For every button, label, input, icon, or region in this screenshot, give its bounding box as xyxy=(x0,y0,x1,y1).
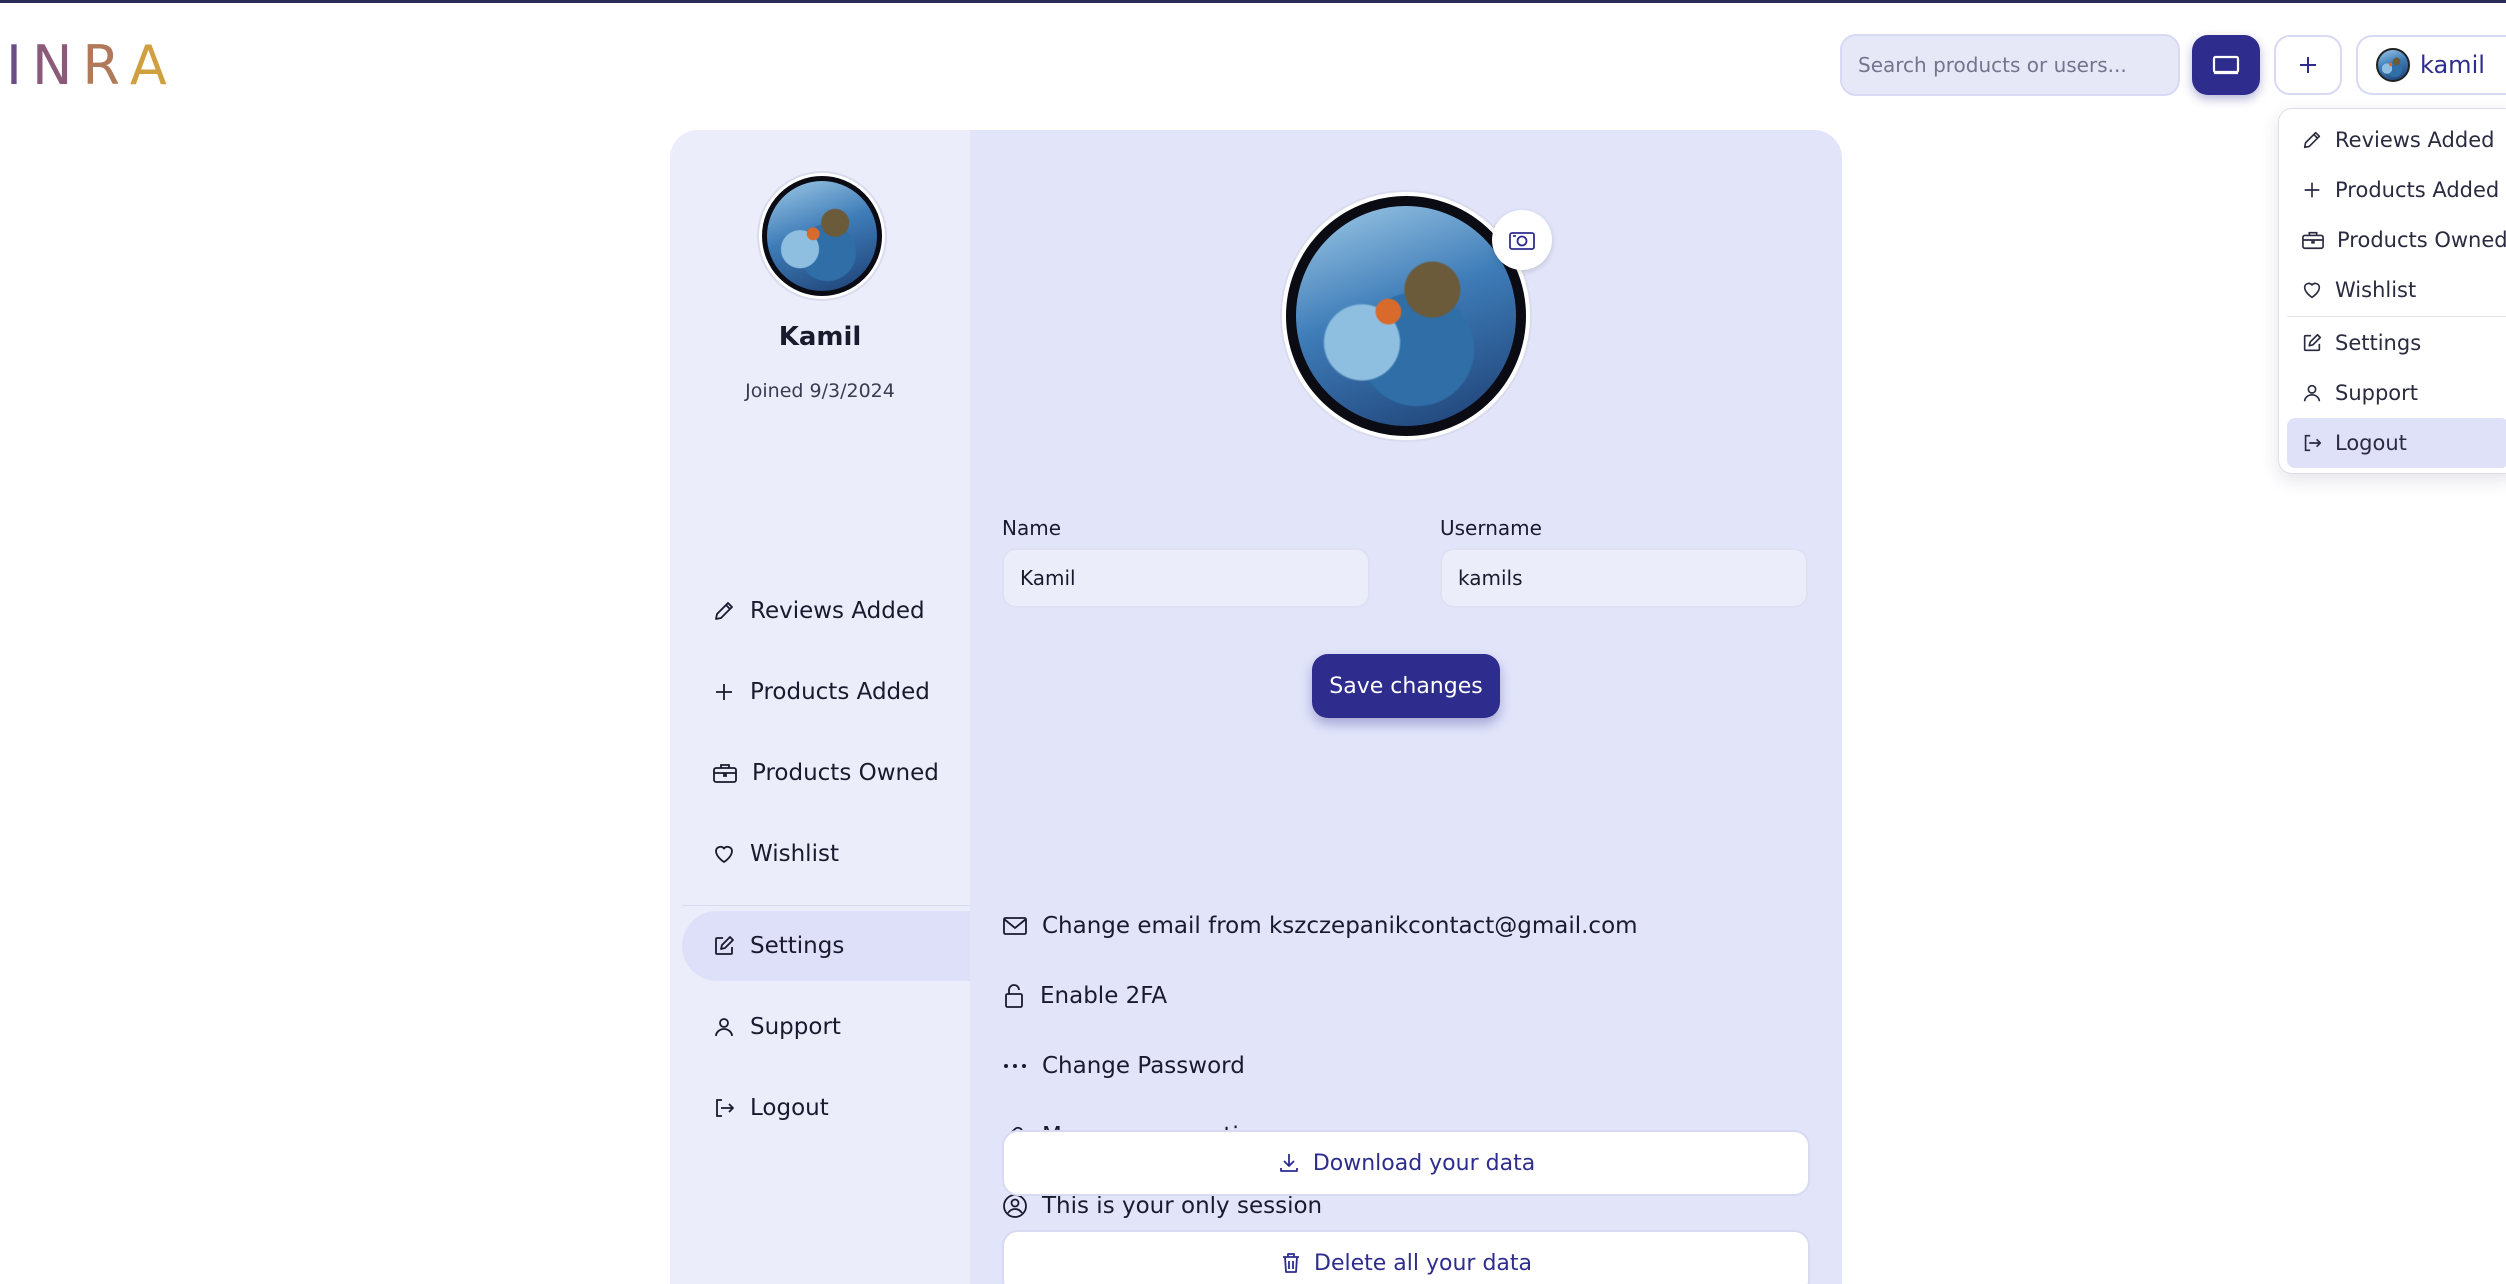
dropdown-item-label: Logout xyxy=(2335,431,2407,455)
heart-icon xyxy=(2303,282,2321,299)
pencil-icon xyxy=(715,602,733,620)
logout-icon xyxy=(2304,434,2322,452)
change-password-option[interactable]: Change Password xyxy=(1002,1046,1245,1086)
profile-avatar xyxy=(1286,196,1526,436)
dropdown-item-logout[interactable]: Logout xyxy=(2287,418,2506,468)
lock-icon xyxy=(1005,984,1023,1008)
person-icon xyxy=(2303,384,2321,402)
change-avatar-button[interactable] xyxy=(1492,210,1552,270)
dots-icon xyxy=(1004,1064,1026,1068)
logo-letter: A xyxy=(129,34,177,97)
logo-letter: R xyxy=(82,34,130,97)
button-label: Delete all your data xyxy=(1314,1250,1532,1276)
change-email-option[interactable]: Change email from kszczepanikcontact@gma… xyxy=(1002,906,1638,946)
add-button[interactable] xyxy=(2274,35,2342,95)
dropdown-item-products-added[interactable]: Products Added xyxy=(2287,165,2506,215)
mail-icon xyxy=(1003,917,1027,935)
dropdown-item-settings[interactable]: Settings xyxy=(2287,318,2506,368)
username-field[interactable] xyxy=(1440,548,1808,608)
sidebar-item-reviews-added[interactable]: Reviews Added xyxy=(682,576,970,646)
edit-square-icon xyxy=(2303,333,2322,352)
dropdown-item-reviews-added[interactable]: Reviews Added xyxy=(2287,115,2506,165)
dropdown-divider xyxy=(2287,316,2506,317)
sidebar-avatar xyxy=(762,176,882,296)
user-menu-label: kamil xyxy=(2420,51,2485,79)
dropdown-item-support[interactable]: Support xyxy=(2287,368,2506,418)
sidebar-item-settings[interactable]: Settings xyxy=(682,911,970,981)
sidebar-item-wishlist[interactable]: Wishlist xyxy=(682,819,970,889)
dropdown-item-label: Wishlist xyxy=(2335,278,2417,302)
user-dropdown-menu: Reviews Added Products Added Products Ow… xyxy=(2278,108,2506,474)
option-label: This is your only session xyxy=(1042,1193,1323,1219)
dropdown-item-label: Products Owned xyxy=(2337,228,2506,252)
top-border xyxy=(0,0,2506,3)
person-icon xyxy=(715,1018,733,1037)
sidebar-item-label: Products Added xyxy=(750,679,930,705)
option-label: Change email from kszczepanikcontact@gma… xyxy=(1042,913,1638,939)
sidebar-item-label: Products Owned xyxy=(752,760,939,786)
save-changes-button[interactable]: Save changes xyxy=(1312,654,1500,718)
briefcase-icon xyxy=(713,764,737,783)
sidebar-divider xyxy=(682,905,970,906)
option-label: Change Password xyxy=(1042,1053,1245,1079)
app-logo[interactable]: INRA xyxy=(6,34,177,97)
plus-icon xyxy=(716,684,732,700)
sidebar-item-label: Support xyxy=(750,1014,841,1040)
delete-data-button[interactable]: Delete all your data xyxy=(1002,1230,1810,1284)
dropdown-item-label: Reviews Added xyxy=(2335,128,2495,152)
logout-icon xyxy=(716,1099,734,1117)
plus-icon xyxy=(2304,182,2320,198)
profile-settings-card: Kamil Joined 9/3/2024 Reviews Added Prod… xyxy=(670,130,1842,1284)
sidebar-item-products-owned[interactable]: Products Owned xyxy=(682,738,970,808)
download-icon xyxy=(1277,1151,1301,1175)
pencil-icon xyxy=(2303,131,2321,149)
sidebar-item-logout[interactable]: Logout xyxy=(682,1073,970,1143)
profile-sidebar: Kamil Joined 9/3/2024 Reviews Added Prod… xyxy=(670,130,970,1284)
user-menu-button[interactable]: kamil xyxy=(2356,35,2506,95)
dropdown-item-wishlist[interactable]: Wishlist xyxy=(2287,265,2506,315)
trash-icon xyxy=(1280,1251,1302,1275)
username-label: Username xyxy=(1440,516,1542,540)
sidebar-item-label: Settings xyxy=(750,933,845,959)
sidebar-item-support[interactable]: Support xyxy=(682,992,970,1062)
dropdown-item-label: Support xyxy=(2335,381,2419,405)
sidebar-item-label: Logout xyxy=(750,1095,829,1121)
heart-icon xyxy=(715,845,733,863)
user-circle-icon xyxy=(1003,1194,1027,1218)
download-data-button[interactable]: Download your data xyxy=(1002,1130,1810,1196)
plus-icon xyxy=(2300,57,2316,73)
dropdown-item-label: Settings xyxy=(2335,331,2422,355)
dropdown-item-label: Products Added xyxy=(2335,178,2500,202)
view-toggle-button[interactable] xyxy=(2192,35,2260,95)
profile-name: Kamil xyxy=(778,322,862,352)
sidebar-item-label: Reviews Added xyxy=(750,598,925,624)
sidebar-item-label: Wishlist xyxy=(750,841,839,867)
dropdown-item-products-owned[interactable]: Products Owned xyxy=(2287,215,2506,265)
logo-letter: N xyxy=(31,34,83,97)
search-input[interactable] xyxy=(1840,34,2180,96)
settings-panel: Name Username Save changes Change email … xyxy=(970,130,1842,1284)
camera-icon xyxy=(1509,232,1535,250)
profile-joined-date: Joined 9/3/2024 xyxy=(745,380,895,402)
edit-square-icon xyxy=(715,936,734,955)
name-field[interactable] xyxy=(1002,548,1370,608)
enable-2fa-option[interactable]: Enable 2FA xyxy=(1002,976,1167,1016)
monitor-icon xyxy=(2212,55,2240,75)
briefcase-icon xyxy=(2302,231,2324,250)
button-label: Download your data xyxy=(1312,1150,1536,1176)
logo-letter: I xyxy=(6,34,32,97)
option-label: Enable 2FA xyxy=(1040,983,1168,1009)
avatar xyxy=(2376,48,2410,82)
name-label: Name xyxy=(1002,516,1062,540)
sidebar-item-products-added[interactable]: Products Added xyxy=(682,657,970,727)
